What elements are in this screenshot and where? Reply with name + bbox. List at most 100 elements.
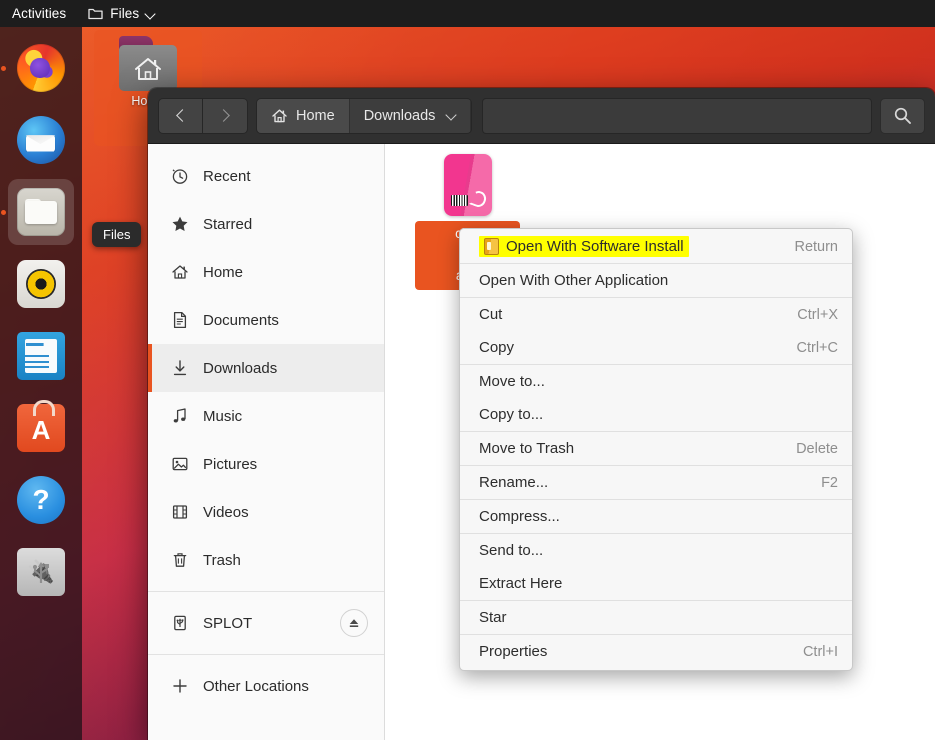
menu-item-open-with-software-install[interactable]: Open With Software Install Return bbox=[460, 230, 852, 263]
help-icon bbox=[17, 476, 65, 524]
sidebar-item-label: Music bbox=[203, 407, 243, 425]
sidebar-item-starred[interactable]: Starred bbox=[148, 200, 384, 248]
menu-item-rename[interactable]: Rename... F2 bbox=[460, 466, 852, 499]
menu-item-label: Send to... bbox=[479, 542, 544, 559]
menu-item-compress[interactable]: Compress... bbox=[460, 500, 852, 533]
breadcrumb-item-downloads[interactable]: Downloads bbox=[349, 98, 472, 133]
back-button[interactable] bbox=[158, 97, 203, 134]
menu-item-accel: Ctrl+I bbox=[802, 643, 838, 660]
menu-item-copy[interactable]: Copy Ctrl+C bbox=[460, 331, 852, 364]
top-bar: Activities Files bbox=[0, 0, 935, 27]
sidebar-item-pictures[interactable]: Pictures bbox=[148, 440, 384, 488]
sidebar-item-splot[interactable]: SPLOT bbox=[148, 599, 384, 647]
sidebar-item-label: SPLOT bbox=[203, 614, 253, 632]
sidebar-item-music[interactable]: Music bbox=[148, 392, 384, 440]
dock-item-help[interactable] bbox=[8, 467, 74, 533]
thunderbird-icon bbox=[17, 116, 65, 164]
menu-item-accel: Return bbox=[794, 238, 838, 255]
context-menu: Open With Software Install Return Open W… bbox=[459, 228, 853, 671]
usb-icon bbox=[170, 614, 189, 633]
sidebar-item-videos[interactable]: Videos bbox=[148, 488, 384, 536]
search-button[interactable] bbox=[880, 97, 925, 134]
dock-item-thunderbird[interactable] bbox=[8, 107, 74, 173]
location-input[interactable] bbox=[482, 97, 872, 134]
menu-item-send-to[interactable]: Send to... bbox=[460, 534, 852, 567]
menu-item-label: Cut bbox=[479, 306, 503, 323]
writer-icon bbox=[17, 332, 65, 380]
deb-package-icon bbox=[443, 154, 492, 216]
sidebar-separator bbox=[148, 654, 384, 655]
menu-item-move-to-trash[interactable]: Move to Trash Delete bbox=[460, 432, 852, 465]
menu-item-cut[interactable]: Cut Ctrl+X bbox=[460, 298, 852, 331]
search-icon bbox=[894, 107, 911, 124]
sidebar-item-label: Pictures bbox=[203, 455, 258, 473]
sidebar-item-documents[interactable]: Documents bbox=[148, 296, 384, 344]
eject-icon bbox=[349, 619, 359, 627]
activities-button[interactable]: Activities bbox=[0, 6, 80, 21]
sidebar-item-label: Downloads bbox=[203, 359, 278, 377]
ubuntu-software-icon bbox=[17, 400, 65, 452]
navigation-buttons bbox=[158, 97, 248, 134]
forward-button[interactable] bbox=[203, 97, 248, 134]
folder-icon bbox=[88, 8, 103, 20]
dock-item-firefox[interactable] bbox=[1, 35, 74, 101]
sidebar-item-downloads[interactable]: Downloads bbox=[148, 344, 384, 392]
dock bbox=[0, 27, 82, 740]
menu-item-label: Star bbox=[479, 609, 507, 626]
sidebar-item-label: Other Locations bbox=[203, 677, 309, 695]
menu-item-label: Open With Other Application bbox=[479, 272, 669, 289]
home-icon bbox=[170, 263, 189, 282]
dock-item-libreoffice-writer[interactable] bbox=[8, 323, 74, 389]
menu-item-accel: Ctrl+C bbox=[796, 339, 839, 356]
sidebar-item-label: Starred bbox=[203, 215, 253, 233]
sidebar-item-trash[interactable]: Trash bbox=[148, 536, 384, 584]
usb-glyph bbox=[32, 562, 49, 583]
sidebar-separator bbox=[148, 591, 384, 592]
app-menu-files[interactable]: Files bbox=[80, 6, 163, 21]
menu-item-copy-to[interactable]: Copy to... bbox=[460, 398, 852, 431]
breadcrumb-item-label: Home bbox=[296, 107, 335, 124]
dock-tooltip: Files bbox=[92, 222, 142, 247]
document-icon bbox=[170, 311, 189, 330]
image-icon bbox=[170, 455, 189, 474]
download-icon bbox=[170, 359, 189, 378]
menu-item-properties[interactable]: Properties Ctrl+I bbox=[460, 635, 852, 668]
menu-item-label: Compress... bbox=[479, 508, 560, 525]
menu-item-label: Copy bbox=[479, 339, 515, 356]
breadcrumb-item-home[interactable]: Home bbox=[257, 98, 350, 133]
firefox-icon bbox=[17, 44, 65, 92]
sidebar-item-recent[interactable]: Recent bbox=[148, 152, 384, 200]
menu-item-star[interactable]: Star bbox=[460, 601, 852, 634]
eject-button[interactable] bbox=[340, 609, 368, 637]
menu-item-extract-here[interactable]: Extract Here bbox=[460, 567, 852, 600]
menu-item-accel: F2 bbox=[821, 474, 838, 491]
dock-item-rhythmbox[interactable] bbox=[8, 251, 74, 317]
files-icon bbox=[17, 188, 65, 236]
sidebar-item-other-locations[interactable]: Other Locations bbox=[148, 662, 384, 710]
rhythmbox-icon bbox=[17, 260, 65, 308]
plus-icon bbox=[170, 677, 189, 696]
dock-item-files[interactable] bbox=[1, 179, 74, 245]
sidebar-item-home[interactable]: Home bbox=[148, 248, 384, 296]
menu-item-move-to[interactable]: Move to... bbox=[460, 365, 852, 398]
dock-item-usb-drive[interactable] bbox=[8, 539, 74, 605]
sidebar-item-label: Recent bbox=[203, 167, 251, 185]
sidebar-item-label: Videos bbox=[203, 503, 249, 521]
music-note-icon bbox=[170, 407, 189, 426]
menu-item-label: Copy to... bbox=[479, 406, 544, 423]
home-icon bbox=[272, 109, 287, 122]
chevron-down-icon bbox=[447, 111, 456, 120]
usb-drive-icon bbox=[17, 548, 65, 596]
dock-item-ubuntu-software[interactable] bbox=[8, 395, 74, 461]
sidebar-item-label: Home bbox=[203, 263, 244, 281]
chevron-down-icon bbox=[146, 9, 155, 18]
menu-item-label: Move to... bbox=[479, 373, 545, 390]
sidebar: Recent Starred Home Documents Downloads … bbox=[148, 144, 385, 740]
breadcrumb: Home Downloads bbox=[256, 97, 473, 134]
app-menu-label: Files bbox=[110, 6, 140, 21]
menu-item-open-with-other-application[interactable]: Open With Other Application bbox=[460, 264, 852, 297]
software-install-icon bbox=[484, 238, 499, 255]
trash-icon bbox=[170, 551, 189, 570]
sidebar-item-label: Documents bbox=[203, 311, 279, 329]
menu-item-accel: Delete bbox=[796, 440, 838, 457]
